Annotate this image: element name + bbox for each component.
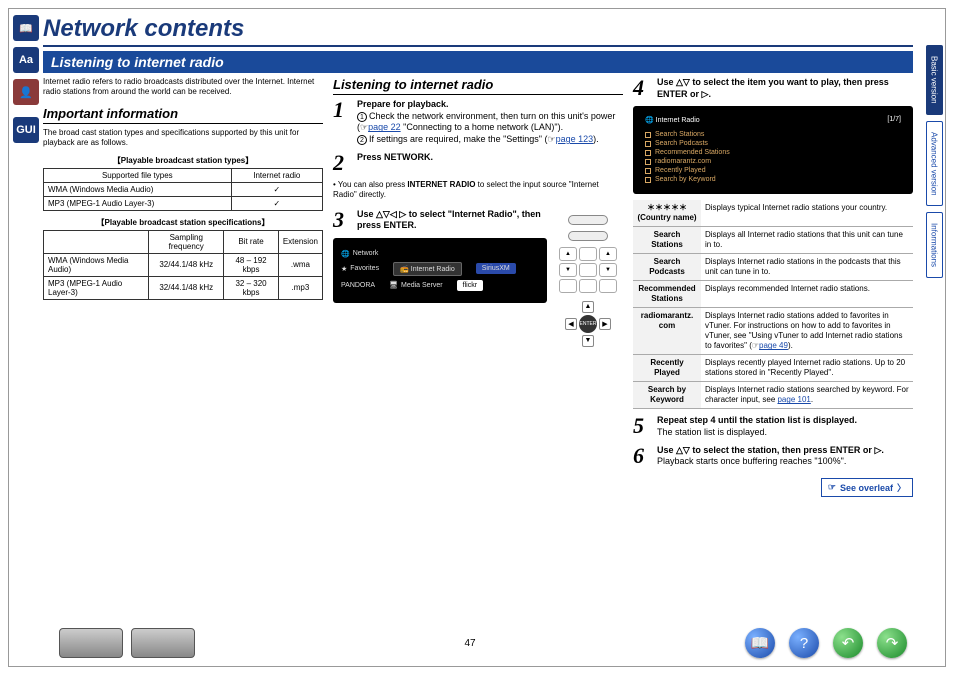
mask-icon[interactable]: 👤 <box>13 79 39 105</box>
step-6: 6 Use △▽ to select the station, then pre… <box>633 445 913 468</box>
column-2: Listening to internet radio 1 Prepare fo… <box>333 77 623 497</box>
step-number: 5 <box>633 415 651 438</box>
important-heading: Important information <box>43 106 323 124</box>
updown-symbols: △▽ <box>676 77 690 87</box>
step-number: 2 <box>333 152 351 174</box>
menu-favorites: ★ Favorites <box>341 265 379 273</box>
step-1: 1 Prepare for playback. 1Check the netwo… <box>333 99 623 146</box>
remote-btn <box>579 263 597 277</box>
menu-network: 🌐 Network <box>341 250 378 258</box>
link-page-22[interactable]: page 22 <box>368 122 401 132</box>
back-button[interactable]: ↶ <box>833 628 863 658</box>
right-tabs: Basic version Advanced version Informati… <box>923 9 945 666</box>
col2-heading: Listening to internet radio <box>333 77 623 95</box>
remote-btn <box>599 279 617 293</box>
dpad-up-icon: ▲ <box>582 301 594 313</box>
tab-advanced-version[interactable]: Advanced version <box>926 121 943 207</box>
step-number: 3 <box>333 209 351 232</box>
forward-button[interactable]: ↷ <box>877 628 907 658</box>
dpad-left-icon: ◀ <box>565 318 577 330</box>
help-button[interactable]: ? <box>789 628 819 658</box>
remote-pill <box>568 215 608 225</box>
step-3: 3 Use △▽◁ ▷ to select "Internet Radio", … <box>333 209 547 232</box>
column-3: 4 Use △▽ to select the item you want to … <box>633 77 913 497</box>
book-icon[interactable]: 📖 <box>13 15 39 41</box>
footer: 47 📖 ? ↶ ↷ <box>43 628 923 658</box>
book-button[interactable]: 📖 <box>745 628 775 658</box>
substep-1-icon: 1 <box>357 112 367 122</box>
remote-dpad: ▲ ▼ ◀ ▶ ENTER <box>565 301 611 347</box>
remote-btn: ▲ <box>599 247 617 261</box>
dpad-right-icon: ▶ <box>599 318 611 330</box>
substep-2-icon: 2 <box>357 135 367 145</box>
step-5: 5 Repeat step 4 until the station list i… <box>633 415 913 438</box>
menu-media-server: 🖥 Media Server <box>389 281 443 289</box>
left-icon-rail: 📖 Aa 👤 GUI <box>9 9 43 666</box>
step-number: 4 <box>633 77 651 100</box>
menu-pandora: PANDORA <box>341 282 375 289</box>
link-page-101[interactable]: page 101 <box>777 395 810 404</box>
remote-btn <box>579 247 597 261</box>
step2-note: • You can also press INTERNET RADIO to s… <box>333 180 623 201</box>
step-2: 2 Press NETWORK. <box>333 152 623 174</box>
link-page-49[interactable]: page 49 <box>759 341 788 350</box>
description-table: ＊＊＊＊＊ (Country name)Displays typical Int… <box>633 200 913 409</box>
updown-symbols: △▽ <box>676 445 690 455</box>
table-station-types: Supported file typesInternet radio WMA (… <box>43 168 323 211</box>
tab-informations[interactable]: Informations <box>926 212 943 278</box>
step-number: 6 <box>633 445 651 468</box>
device-thumb-2[interactable] <box>131 628 195 658</box>
network-menu-screenshot: 🌐 Network ★ Favorites 📻 Internet Radio S… <box>333 238 547 303</box>
remote-diagram: ▲ ▲ ▼ ▼ ▲ ▼ ◀ ▶ ENTER <box>553 209 623 347</box>
remote-btn: ▼ <box>559 263 577 277</box>
see-overleaf[interactable]: ☞ See overleaf 〉 <box>633 478 913 497</box>
table-station-specs: Sampling frequencyBit rateExtension WMA … <box>43 230 323 300</box>
page-title: Network contents <box>43 15 913 43</box>
remote-btn: ▼ <box>599 263 617 277</box>
table2-caption: 【Playable broadcast station specificatio… <box>43 217 323 228</box>
table1-caption: 【Playable broadcast station types】 <box>43 155 323 166</box>
link-page-123[interactable]: page 123 <box>556 134 594 144</box>
main-content: Network contents Listening to internet r… <box>43 9 923 666</box>
remote-btn <box>579 279 597 293</box>
remote-pill <box>568 231 608 241</box>
dpad-enter: ENTER <box>579 315 597 333</box>
tab-basic-version[interactable]: Basic version <box>926 45 943 115</box>
step-number: 1 <box>333 99 351 146</box>
dpad-symbols: △▽◁ ▷ <box>376 209 406 219</box>
page-number: 47 <box>464 638 475 649</box>
menu-flickr: flickr <box>457 280 483 291</box>
remote-btn <box>559 279 577 293</box>
column-1: Internet radio refers to radio broadcast… <box>43 77 323 497</box>
important-text: The broad cast station types and specifi… <box>43 128 323 149</box>
menu-internet-radio: 📻 Internet Radio <box>393 262 462 276</box>
dpad-down-icon: ▼ <box>582 335 594 347</box>
menu-siriusxm: SiriusXM <box>476 263 516 274</box>
step1-title: Prepare for playback. <box>357 99 449 109</box>
device-thumb-1[interactable] <box>59 628 123 658</box>
intro-text: Internet radio refers to radio broadcast… <box>43 77 323 98</box>
glossary-icon[interactable]: Aa <box>13 47 39 73</box>
internet-radio-screenshot: 🌐 Internet Radio[1/7] Search Stations Se… <box>633 106 913 194</box>
section-header: Listening to internet radio <box>43 51 913 73</box>
gui-icon[interactable]: GUI <box>13 117 39 143</box>
step-4: 4 Use △▽ to select the item you want to … <box>633 77 913 100</box>
remote-btn: ▲ <box>559 247 577 261</box>
